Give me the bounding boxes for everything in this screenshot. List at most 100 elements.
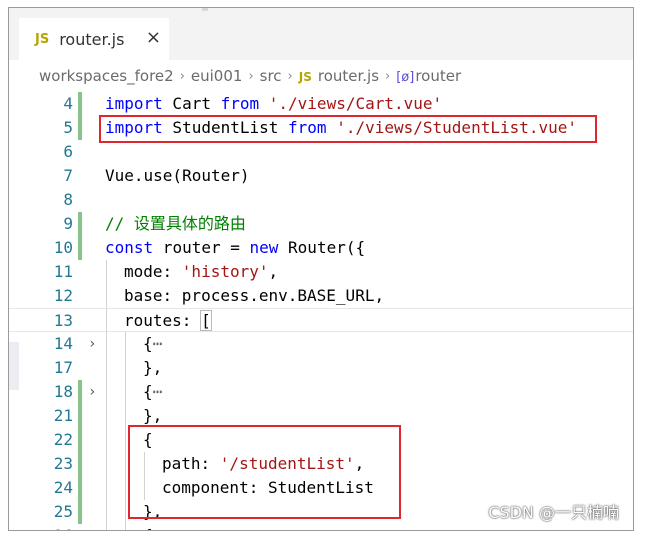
code-text: // 设置具体的路由 — [105, 212, 246, 236]
code-token: mode: — [124, 262, 182, 281]
js-file-icon: JS — [35, 31, 50, 47]
indent-guide — [106, 524, 107, 530]
indent-guide — [125, 404, 126, 428]
line-number: 6 — [63, 142, 73, 161]
line-number: 5 — [63, 118, 73, 137]
js-file-icon: JS — [298, 70, 312, 84]
modified-line-marker — [78, 116, 82, 140]
code-editor[interactable]: 4 import Cart from './views/Cart.vue' 5 imp… — [9, 92, 633, 530]
code-token: router = — [153, 238, 250, 257]
code-token: import — [105, 94, 163, 113]
line-number: 17 — [53, 358, 73, 377]
highlight-box-import — [99, 115, 597, 143]
indent-guide — [106, 260, 107, 284]
line-number: 13 — [53, 311, 73, 330]
code-token: base: process.env.BASE_URL, — [124, 286, 385, 305]
indent-guide — [106, 452, 107, 476]
line-number: 7 — [63, 166, 73, 185]
code-line[interactable]: 17}, — [9, 356, 633, 380]
code-line[interactable]: 14 › {⋯ — [9, 332, 633, 356]
code-line[interactable]: 7 Vue.use(Router) — [9, 164, 633, 188]
indent-guide — [125, 452, 126, 476]
line-number: 11 — [53, 262, 73, 281]
code-line[interactable]: 26 { — [9, 524, 633, 530]
code-line[interactable]: 18 › {⋯ — [9, 380, 633, 404]
indent-guide — [106, 380, 107, 404]
code-text: { — [143, 524, 153, 530]
code-token: { — [143, 334, 153, 353]
modified-line-marker — [78, 236, 82, 260]
indent-guide — [125, 476, 126, 500]
fold-chevron-icon[interactable]: › — [88, 332, 102, 356]
code-text: routes: [ — [124, 309, 212, 333]
indent-guide — [106, 332, 107, 356]
code-token: './views/Cart.vue' — [268, 94, 443, 113]
modified-line-marker — [78, 476, 82, 500]
modified-line-marker — [78, 500, 82, 524]
code-text: mode: 'history', — [124, 260, 278, 284]
indent-guide — [106, 476, 107, 500]
code-token: // 设置具体的路由 — [105, 214, 246, 233]
code-text: import Cart from './views/Cart.vue' — [105, 92, 442, 116]
line-number: 9 — [63, 214, 73, 233]
breadcrumb-label: eui001 — [190, 67, 243, 85]
line-number: 4 — [63, 94, 73, 113]
close-icon[interactable]: × — [146, 27, 161, 48]
chevron-right-icon: › — [385, 68, 391, 84]
code-token: }, — [143, 406, 163, 425]
breadcrumb-label: src — [259, 67, 282, 85]
code-text: const router = new Router({ — [105, 236, 365, 260]
chevron-right-icon: › — [287, 68, 293, 84]
line-number: 24 — [53, 478, 73, 497]
code-token: }, — [143, 358, 163, 377]
code-text: base: process.env.BASE_URL, — [124, 284, 384, 308]
code-token: , — [268, 262, 279, 281]
code-text: {⋯ — [143, 380, 162, 404]
line-number: 21 — [53, 406, 73, 425]
code-token: { — [143, 526, 153, 530]
code-token: Cart — [162, 94, 221, 113]
chevron-right-icon: › — [248, 68, 254, 84]
code-text: Vue.use(Router) — [105, 164, 250, 188]
indent-guide — [125, 380, 126, 404]
line-number: 23 — [53, 454, 73, 473]
chevron-right-icon: › — [179, 68, 185, 84]
code-token: Vue.use(Router) — [105, 166, 250, 185]
code-token: Router({ — [278, 238, 366, 257]
breadcrumb-item[interactable]: eui001 — [191, 67, 243, 85]
modified-line-marker — [78, 92, 82, 116]
breadcrumb-label: router — [415, 67, 462, 85]
fold-chevron-icon[interactable]: › — [88, 380, 102, 404]
editor-window: JS router.js × workspaces_fore2 › eui001 › s… — [8, 7, 634, 531]
code-token: ⋯ — [152, 382, 163, 401]
breadcrumb-item[interactable]: workspaces_fore2 — [39, 67, 174, 85]
tab-bar-marker — [202, 8, 208, 11]
code-line[interactable]: 6 — [9, 140, 633, 164]
breadcrumb-item[interactable]: [ø]router — [396, 67, 461, 85]
code-token: const — [105, 238, 154, 257]
code-line[interactable]: 13 routes: [ — [9, 308, 633, 333]
breadcrumb-item[interactable]: JS router.js — [299, 67, 379, 85]
line-number: 8 — [63, 190, 73, 209]
code-token: [ — [200, 310, 212, 331]
breadcrumb-item[interactable]: src — [260, 67, 282, 85]
indent-guide — [125, 332, 126, 356]
code-line[interactable]: 4 import Cart from './views/Cart.vue' — [9, 92, 633, 116]
line-number: 22 — [53, 430, 73, 449]
watermark: CSDN @一只楠喃 — [488, 503, 619, 522]
code-line[interactable]: 10 const router = new Router({ — [9, 236, 633, 260]
tab-bar: JS router.js × — [9, 8, 633, 60]
line-number: 18 — [53, 382, 73, 401]
tab-router-js[interactable]: JS router.js × — [19, 18, 169, 60]
code-line[interactable]: 9 // 设置具体的路由 — [9, 212, 633, 236]
breadcrumb: workspaces_fore2 › eui001 › src › JS router.js ›… — [9, 60, 633, 92]
modified-line-marker — [78, 404, 82, 428]
indent-guide — [125, 500, 126, 524]
code-line[interactable]: 12 base: process.env.BASE_URL, — [9, 284, 633, 308]
code-token: new — [249, 238, 279, 257]
modified-line-marker — [78, 452, 82, 476]
code-line[interactable]: 8 — [9, 188, 633, 212]
code-line[interactable]: 11 mode: 'history', — [9, 260, 633, 284]
indent-guide — [106, 356, 107, 380]
